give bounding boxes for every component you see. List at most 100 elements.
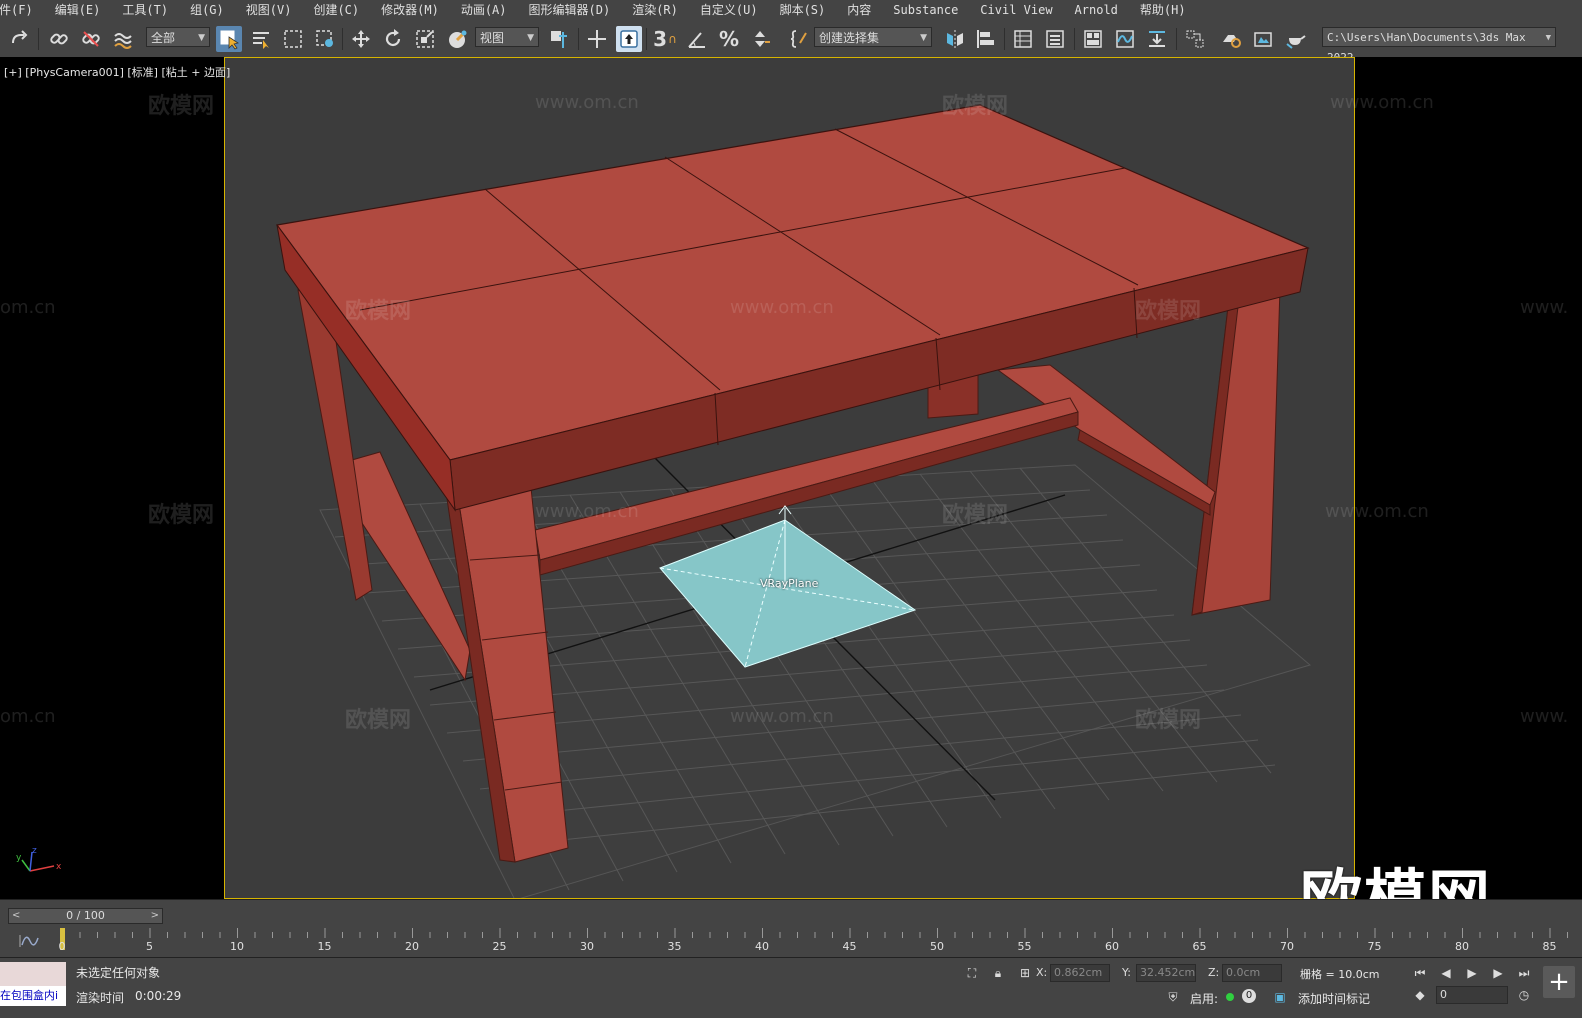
menu-modifiers[interactable]: 修改器(M) [376, 0, 446, 20]
menu-edit[interactable]: 编辑(E) [50, 0, 108, 20]
time-tag-icon: ▣ [1274, 990, 1286, 1004]
rectangular-selection-button[interactable] [280, 26, 306, 52]
select-cursor-icon [220, 30, 239, 50]
schematic-view-button[interactable] [1144, 26, 1170, 52]
menu-civil-view[interactable]: Civil View [975, 0, 1059, 20]
track-tick-label: 40 [755, 940, 769, 953]
track-bar[interactable]: 0 5 10 15 20 25 30 35 40 45 50 55 60 65 70 75 80 85 [59, 928, 1577, 956]
frame-window-icon [1254, 32, 1272, 47]
align-button[interactable] [972, 26, 998, 52]
menu-content[interactable]: 内容 [842, 0, 878, 20]
menu-animation[interactable]: 动画(A) [456, 0, 514, 20]
keyboard-shortcut-override-button[interactable] [616, 26, 642, 52]
rendered-frame-window-button[interactable] [1250, 26, 1276, 52]
scene-explorer-button[interactable] [1010, 26, 1036, 52]
selection-filter-dropdown[interactable]: 全部 ▼ [146, 27, 210, 47]
next-frame-button[interactable]: ▶︎ [1488, 964, 1508, 982]
curve-editor-button[interactable] [1112, 26, 1138, 52]
reference-coordinate-dropdown[interactable]: 视图 ▼ [475, 27, 539, 47]
manipulate-icon [588, 30, 606, 48]
layer-explorer-button[interactable] [1042, 26, 1068, 52]
render-production-button[interactable] [1282, 26, 1308, 52]
play-button[interactable]: ▶︎ [1462, 964, 1482, 982]
maxscript-listener[interactable]: 在包围盒内i [0, 962, 66, 1006]
move-icon [352, 30, 370, 48]
track-tick-label: 60 [1105, 940, 1119, 953]
menu-help[interactable]: 帮助(H) [1135, 0, 1193, 20]
menu-file[interactable]: 文件(F) [0, 0, 40, 20]
perspective-viewport[interactable] [224, 57, 1355, 899]
watermark-cn: 欧模网 [942, 503, 1009, 528]
project-folder-dropdown[interactable]: C:\Users\Han\Documents\3ds Max 2022▼ [1322, 27, 1556, 64]
grid-size: 栅格 = 10.0cm [1300, 968, 1380, 981]
menu-tools[interactable]: 工具(T) [117, 0, 175, 20]
current-frame-field[interactable]: 0 [1436, 986, 1508, 1004]
link-button[interactable] [46, 26, 72, 52]
z-coord-field[interactable]: 0.0cm [1222, 964, 1282, 982]
named-selection-icon [790, 30, 807, 48]
select-object-button[interactable] [216, 26, 242, 52]
menu-arnold[interactable]: Arnold [1070, 0, 1125, 20]
rotate-button[interactable] [380, 26, 406, 52]
mirror-button[interactable] [942, 26, 968, 52]
mini-curve-editor-icon[interactable] [18, 934, 40, 948]
window-crossing-button[interactable] [312, 26, 338, 52]
edit-named-selection-button[interactable] [786, 26, 812, 52]
menu-rendering[interactable]: 渲染(R) [627, 0, 685, 20]
key-mode-toggle[interactable]: ◆ [1410, 986, 1430, 1004]
play-icon: ▶︎ [1467, 966, 1477, 980]
select-manipulate-button[interactable] [584, 26, 610, 52]
add-time-tag[interactable]: 添加时间标记 [1298, 990, 1370, 1007]
scale-button[interactable] [412, 26, 438, 52]
menu-scripting[interactable]: 脚本(S) [775, 0, 833, 20]
menu-substance[interactable]: Substance [888, 0, 965, 20]
selection-lock-button[interactable]: 🔒︎ [988, 964, 1008, 982]
named-selection-dropdown[interactable]: 创建选择集 ▼ [814, 27, 932, 47]
viewport-label[interactable]: [+] [PhysCamera001] [标准] [粘土 + 边面] [4, 64, 230, 80]
time-config-button[interactable]: ◷ [1514, 986, 1534, 1004]
select-by-name-button[interactable] [248, 26, 274, 52]
snaps-toggle-button[interactable]: 3 ∩ [652, 26, 678, 52]
menu-customize[interactable]: 自定义(U) [695, 0, 765, 20]
time-slider-next[interactable]: > [151, 909, 159, 923]
previous-frame-button[interactable]: ◀︎ [1436, 964, 1456, 982]
chevron-down-icon: ▼ [920, 33, 927, 43]
render-setup-button[interactable] [1218, 26, 1244, 52]
absolute-transform-button[interactable]: ⊞ [1015, 964, 1035, 982]
toolbar-separator [1004, 28, 1005, 50]
move-button[interactable] [348, 26, 374, 52]
menu-bar: 文件(F) 编辑(E) 工具(T) 组(G) 视图(V) 创建(C) 修改器(M… [0, 0, 1582, 20]
go-to-start-button[interactable]: ⏮︎ [1410, 964, 1430, 982]
placement-icon [449, 30, 467, 48]
pivot-center-button[interactable] [546, 26, 572, 52]
skip-end-icon: ⏭︎ [1518, 965, 1530, 980]
unlink-button[interactable] [78, 26, 104, 52]
schematic-icon [1149, 31, 1165, 47]
bind-spacewarp-button[interactable] [110, 26, 136, 52]
isolate-selection-button[interactable]: ⛶ [962, 964, 982, 982]
percent-snap-button[interactable]: % [716, 26, 742, 52]
z-coord-label: Z: [1208, 966, 1220, 979]
time-slider[interactable]: < 0 / 100 > [8, 908, 163, 924]
track-tick-label: 70 [1280, 940, 1294, 953]
toggle-ribbon-button[interactable] [1080, 26, 1106, 52]
adaptive-degradation-button[interactable]: ⛨ [1163, 988, 1183, 1006]
x-coord-field[interactable]: 0.862cm [1050, 964, 1110, 982]
placement-button[interactable] [444, 26, 470, 52]
angle-snap-button[interactable] [684, 26, 710, 52]
material-editor-icon [1186, 30, 1204, 48]
material-editor-button[interactable] [1182, 26, 1208, 52]
set-key-button[interactable]: + [1543, 966, 1575, 998]
percent-icon: % [718, 27, 740, 51]
spinner-snap-button[interactable] [748, 26, 774, 52]
scene-render [275, 104, 1312, 898]
menu-create[interactable]: 创建(C) [308, 0, 366, 20]
menu-views[interactable]: 视图(V) [241, 0, 299, 20]
y-coord-field[interactable]: 32.452cm [1136, 964, 1196, 982]
menu-graph-editors[interactable]: 图形编辑器(D) [524, 0, 618, 20]
track-tick-label: 35 [667, 940, 682, 953]
go-to-end-button[interactable]: ⏭︎ [1514, 964, 1534, 982]
time-tag-button[interactable]: ▣ [1270, 988, 1290, 1006]
menu-group[interactable]: 组(G) [185, 0, 231, 20]
redo-button[interactable] [6, 26, 32, 52]
